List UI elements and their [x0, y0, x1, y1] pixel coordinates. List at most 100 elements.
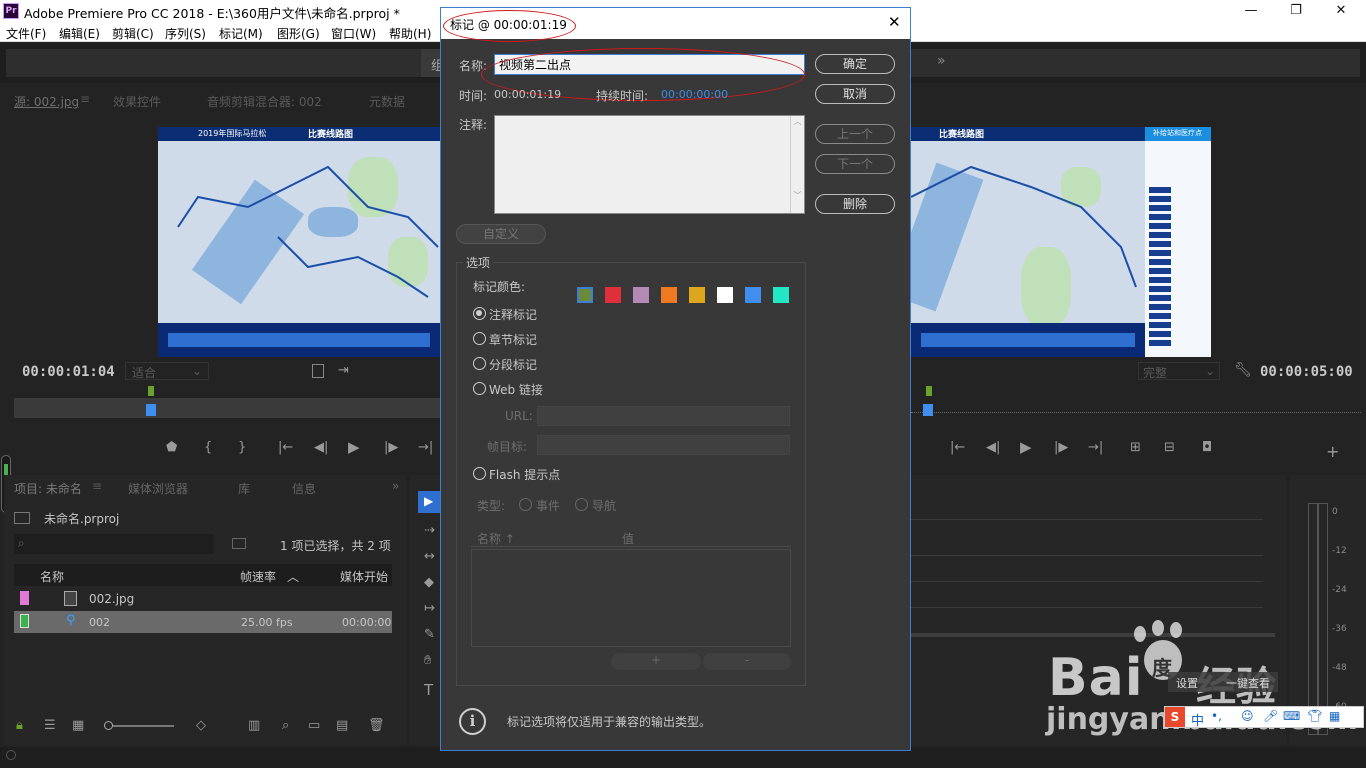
- punctuation-icon[interactable]: •,: [1211, 709, 1222, 723]
- list-view-icon[interactable]: ☰: [44, 718, 56, 733]
- mark-out-icon[interactable]: }: [238, 440, 246, 455]
- add-marker-icon[interactable]: ⬟: [166, 440, 177, 455]
- color-swatch-blue[interactable]: [745, 287, 761, 303]
- color-swatch-mauve[interactable]: [633, 287, 649, 303]
- flash-cue-point-radio[interactable]: [473, 467, 486, 480]
- navigation-radio[interactable]: [575, 498, 588, 511]
- extract-icon[interactable]: ⊟: [1164, 440, 1175, 455]
- menu-edit[interactable]: 编辑(E): [59, 25, 100, 42]
- razor-tool-icon[interactable]: ◆: [424, 575, 434, 590]
- color-swatch-green[interactable]: [577, 287, 593, 303]
- url-input[interactable]: [537, 406, 790, 426]
- menu-clip[interactable]: 剪辑(C): [112, 25, 154, 42]
- source-marker-green[interactable]: [148, 386, 154, 396]
- trash-icon[interactable]: 🗑︎: [368, 718, 385, 733]
- program-timeline-ruler[interactable]: [911, 398, 1361, 418]
- comment-scrollbar[interactable]: ︿ ﹀: [790, 116, 804, 213]
- color-swatch-white[interactable]: [717, 287, 733, 303]
- zoom-slider[interactable]: [104, 721, 174, 730]
- menu-marker[interactable]: 标记(M): [219, 25, 263, 42]
- program-step-forward-icon[interactable]: |▶: [1054, 440, 1068, 455]
- close-button[interactable]: ✕: [1326, 2, 1356, 20]
- step-forward-icon[interactable]: |▶: [384, 440, 398, 455]
- automate-to-sequence-icon[interactable]: ▥: [248, 718, 260, 733]
- type-tool-icon[interactable]: T: [424, 681, 433, 699]
- sort-icons-icon[interactable]: ◇: [196, 718, 206, 733]
- bin-icon[interactable]: [232, 538, 246, 549]
- color-swatch-yellow[interactable]: [689, 287, 705, 303]
- panel-overflow-icon[interactable]: »: [392, 479, 399, 493]
- playback-resolution-dropdown[interactable]: 完整 ⌄: [1138, 362, 1220, 380]
- emoji-icon[interactable]: ☺: [1241, 709, 1254, 723]
- program-go-to-in-icon[interactable]: |←: [950, 440, 965, 455]
- column-name[interactable]: 名称: [40, 568, 64, 585]
- track-select-tool-icon[interactable]: ⇢: [424, 523, 435, 538]
- workspace-overflow-button[interactable]: »: [937, 53, 946, 69]
- column-frame-rate[interactable]: 帧速率: [240, 568, 276, 585]
- program-timecode[interactable]: 00:00:05:00: [1260, 364, 1353, 380]
- tab-info[interactable]: 信息: [292, 480, 316, 497]
- slip-tool-icon[interactable]: ↦: [424, 601, 435, 616]
- table-row[interactable]: 002.jpg: [14, 588, 392, 610]
- menu-graphics[interactable]: 图形(G): [277, 25, 320, 42]
- ime-settings[interactable]: 设置: [1176, 675, 1198, 691]
- toolbox-icon[interactable]: ▦: [1329, 709, 1340, 723]
- duration-value[interactable]: 00:00:00:00: [661, 88, 728, 101]
- fit-dropdown[interactable]: 适合 ⌄: [125, 362, 209, 380]
- ok-button[interactable]: 确定: [815, 54, 895, 74]
- hand-tool-icon[interactable]: ✋︎: [424, 653, 431, 668]
- lock-icon[interactable]: 🔒︎: [16, 718, 23, 733]
- selection-tool-icon[interactable]: ▶: [418, 491, 440, 513]
- tab-source[interactable]: 源: 002.jpg: [14, 93, 79, 110]
- frame-target-input[interactable]: [537, 435, 790, 455]
- cue-params-list[interactable]: [471, 549, 791, 647]
- export-frame-icon[interactable]: ⇥: [338, 363, 349, 378]
- settings-icon[interactable]: [312, 364, 324, 378]
- program-marker-green[interactable]: [926, 386, 932, 396]
- tab-metadata[interactable]: 元数据: [369, 93, 405, 110]
- tab-media-browser[interactable]: 媒体浏览器: [128, 480, 188, 497]
- program-step-back-icon[interactable]: ◀|: [986, 440, 1000, 455]
- source-timecode[interactable]: 00:00:01:04: [22, 364, 115, 380]
- minimize-button[interactable]: —: [1236, 2, 1266, 20]
- lift-icon[interactable]: ⊞: [1130, 440, 1141, 455]
- play-icon[interactable]: ▶: [348, 438, 360, 456]
- new-item-icon[interactable]: ▤: [336, 718, 348, 733]
- color-swatch-red[interactable]: [605, 287, 621, 303]
- delete-button[interactable]: 删除: [815, 194, 895, 214]
- icon-view-icon[interactable]: ▦: [72, 718, 84, 733]
- keyboard-icon[interactable]: ⌨: [1283, 709, 1300, 723]
- dialog-close-icon[interactable]: ✕: [888, 13, 901, 31]
- chinese-mode-toggle[interactable]: 中: [1191, 710, 1204, 729]
- wrench-icon[interactable]: 🔧︎: [1234, 362, 1252, 378]
- panel-menu-icon[interactable]: ≡: [80, 92, 90, 106]
- chapter-marker-radio[interactable]: [473, 332, 486, 345]
- column-media-start[interactable]: 媒体开始: [340, 568, 388, 585]
- table-row[interactable]: ⚲ 002 25.00 fps 00:00:00:0: [14, 611, 392, 633]
- camera-icon[interactable]: ◘: [1202, 440, 1212, 455]
- menu-help[interactable]: 帮助(H): [389, 25, 431, 42]
- comment-textarea[interactable]: [494, 115, 805, 214]
- program-play-icon[interactable]: ▶: [1020, 438, 1032, 456]
- project-search-input[interactable]: ⌕: [14, 534, 214, 554]
- comment-marker-radio[interactable]: [473, 307, 486, 320]
- ime-view[interactable]: 一键查看: [1226, 675, 1270, 691]
- source-timeline-ruler[interactable]: [14, 398, 440, 418]
- color-swatch-cyan[interactable]: [773, 287, 789, 303]
- tab-libraries[interactable]: 库: [238, 480, 250, 497]
- add-param-button[interactable]: +: [611, 653, 701, 670]
- playhead-icon[interactable]: [146, 404, 156, 416]
- remove-param-button[interactable]: -: [703, 653, 791, 670]
- color-swatch-orange[interactable]: [661, 287, 677, 303]
- add-button-icon[interactable]: +: [1326, 442, 1339, 461]
- segmentation-marker-radio[interactable]: [473, 357, 486, 370]
- voice-icon[interactable]: 🎤︎: [1263, 709, 1278, 723]
- menu-window[interactable]: 窗口(W): [331, 25, 376, 42]
- workspace-tab[interactable]: 组: [421, 49, 444, 77]
- menu-file[interactable]: 文件(F): [6, 25, 46, 42]
- mark-in-icon[interactable]: {: [204, 440, 212, 455]
- menu-sequence[interactable]: 序列(S): [165, 25, 206, 42]
- maximize-button[interactable]: ❐: [1281, 2, 1311, 20]
- next-marker-button[interactable]: 下一个: [815, 154, 895, 174]
- project-panel-menu-icon[interactable]: ≡: [92, 479, 102, 493]
